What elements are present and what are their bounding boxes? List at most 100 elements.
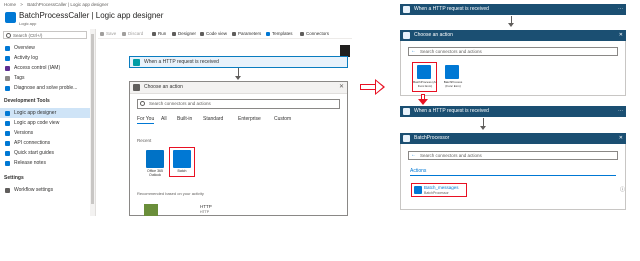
actions-divider bbox=[410, 175, 616, 176]
tab-built-in[interactable]: Built-in bbox=[177, 116, 192, 122]
left-screenshot: Home > BatchProcessCaller | Logic app de… bbox=[0, 0, 352, 216]
sidebar-item-label: Access control (IAM) bbox=[14, 65, 61, 71]
search-icon bbox=[6, 33, 11, 38]
tab-standard[interactable]: Standard bbox=[203, 116, 223, 122]
batch-tile[interactable] bbox=[173, 150, 191, 168]
versions-icon bbox=[5, 131, 10, 136]
save-label: Save bbox=[106, 31, 117, 36]
batch-connector-icon bbox=[403, 135, 410, 142]
sidebar-item-quick-start[interactable]: Quick start guides bbox=[0, 148, 90, 158]
sidebar-item-tags[interactable]: Tags bbox=[0, 73, 90, 83]
breadcrumb-current[interactable]: BatchProcessCaller | Logic app designer bbox=[27, 2, 108, 7]
designer-icon bbox=[172, 32, 176, 36]
connectors-icon bbox=[300, 32, 304, 36]
office365-outlook-tile[interactable] bbox=[146, 150, 164, 168]
sidebar-item-label: API connections bbox=[14, 140, 51, 146]
back-arrow-icon[interactable]: ← bbox=[411, 152, 416, 159]
http-request-icon bbox=[403, 6, 410, 13]
close-icon[interactable]: ✕ bbox=[339, 82, 344, 93]
sidebar-item-release-notes[interactable]: Release notes bbox=[0, 158, 90, 168]
connectors-label: Connectors bbox=[306, 31, 330, 36]
batchprocess-tile-label: BatchProcess (Az Func Exm) bbox=[413, 80, 437, 88]
people-icon bbox=[5, 66, 10, 71]
choose-action-card: Choose an action ✕ Search connectors and… bbox=[129, 81, 348, 216]
rt-search-input[interactable]: ← Search connectors and actions bbox=[408, 47, 618, 56]
rb-connector-header: BatchProcessor ✕ bbox=[400, 133, 626, 144]
discard-button[interactable]: Discard bbox=[122, 29, 143, 39]
section-settings: Settings bbox=[4, 175, 24, 181]
http-tile[interactable] bbox=[144, 204, 158, 216]
logic-app-icon bbox=[5, 12, 16, 23]
sidebar-item-versions[interactable]: Versions bbox=[0, 128, 90, 138]
close-icon bbox=[122, 32, 126, 36]
close-icon[interactable]: ✕ bbox=[619, 30, 623, 41]
office365-label: Office 365 Outlook bbox=[147, 169, 163, 177]
batch-messages-action[interactable]: Batch_messages BatchProcessor bbox=[411, 183, 467, 197]
batchprocess-func-tile[interactable] bbox=[445, 65, 459, 79]
tab-enterprise[interactable]: Enterprise bbox=[238, 116, 261, 122]
more-icon[interactable]: ··· bbox=[618, 106, 623, 117]
templates-icon bbox=[266, 32, 270, 36]
batch-action-icon bbox=[414, 186, 422, 194]
templates-label: Templates bbox=[272, 31, 293, 36]
sidebar-item-workflow-settings[interactable]: Workflow settings bbox=[0, 185, 90, 195]
sidebar-item-api-connections[interactable]: API connections bbox=[0, 138, 90, 148]
arrow-down-icon bbox=[480, 126, 486, 130]
sidebar-item-logic-app-designer[interactable]: Logic app designer bbox=[0, 108, 90, 118]
trigger-card[interactable]: When a HTTP request is received bbox=[129, 56, 348, 68]
rb-search-input[interactable]: ← Search connectors and actions bbox=[408, 151, 618, 160]
designer-button[interactable]: Designer bbox=[172, 29, 196, 39]
search-icon bbox=[140, 101, 145, 106]
templates-button[interactable]: Templates bbox=[266, 29, 293, 39]
overview-icon bbox=[5, 46, 10, 51]
batch-action-sublabel: BatchProcessor bbox=[424, 191, 449, 195]
code-icon bbox=[5, 121, 10, 126]
rb-search-placeholder: Search connectors and actions bbox=[420, 153, 482, 158]
back-arrow-icon[interactable]: ← bbox=[411, 48, 416, 55]
batchprocess-tile[interactable] bbox=[417, 65, 431, 79]
rt-trigger-card[interactable]: When a HTTP request is received ··· bbox=[400, 4, 626, 15]
rb-trigger-title: When a HTTP request is received bbox=[414, 108, 489, 114]
sidebar-search-input[interactable]: Search (Ctrl+/) bbox=[3, 31, 87, 39]
rt-action-header: Choose an action ✕ bbox=[400, 30, 626, 41]
breadcrumb-separator: > bbox=[20, 2, 23, 7]
code-view-button[interactable]: Code view bbox=[200, 29, 227, 39]
tag-icon bbox=[5, 76, 10, 81]
arrow-down-icon bbox=[508, 23, 514, 27]
designer-icon bbox=[5, 111, 10, 116]
info-icon[interactable]: ⓘ bbox=[620, 186, 625, 193]
play-icon bbox=[152, 32, 156, 36]
close-icon[interactable]: ✕ bbox=[619, 133, 623, 144]
sidebar-item-overview[interactable]: Overview bbox=[0, 43, 90, 53]
sidebar-item-code-view[interactable]: Logic app code view bbox=[0, 118, 90, 128]
tab-all[interactable]: All bbox=[161, 116, 167, 122]
section-development-tools: Development Tools bbox=[4, 98, 50, 104]
run-button[interactable]: Run bbox=[152, 29, 166, 39]
flow-connector bbox=[238, 68, 239, 76]
sidebar-item-label: Versions bbox=[14, 130, 34, 136]
sidebar-item-activity-log[interactable]: Activity log bbox=[0, 53, 90, 63]
more-icon[interactable]: ··· bbox=[618, 4, 623, 15]
code-view-label: Code view bbox=[206, 31, 228, 36]
breadcrumb-home[interactable]: Home bbox=[4, 2, 16, 7]
sidebar-scroll-thumb[interactable] bbox=[91, 34, 94, 204]
parameters-button[interactable]: Parameters bbox=[232, 29, 261, 39]
save-button[interactable]: Save bbox=[100, 29, 116, 39]
gear-icon bbox=[5, 188, 10, 193]
run-label: Run bbox=[158, 31, 167, 36]
rb-trigger-card[interactable]: When a HTTP request is received ··· bbox=[400, 106, 626, 117]
right-bottom-panel: When a HTTP request is received ··· Batc… bbox=[398, 106, 628, 210]
sidebar-item-label: Activity log bbox=[14, 55, 38, 61]
app-header: BatchProcessCaller | Logic app designer … bbox=[0, 9, 352, 29]
connectors-button[interactable]: Connectors bbox=[300, 29, 329, 39]
connector-search-input[interactable]: Search connectors and actions bbox=[137, 99, 340, 109]
tab-for-you[interactable]: For You bbox=[137, 116, 155, 124]
sidebar-item-diagnose[interactable]: Diagnose and solve proble... bbox=[0, 83, 90, 93]
tab-custom[interactable]: Custom bbox=[274, 116, 291, 122]
page-title: BatchProcessCaller | Logic app designer bbox=[19, 11, 164, 20]
http-request-icon bbox=[403, 108, 410, 115]
sidebar-item-label: Diagnose and solve proble... bbox=[14, 85, 78, 91]
sidebar-item-access-control[interactable]: Access control (IAM) bbox=[0, 63, 90, 73]
red-arrow-inner bbox=[376, 81, 383, 93]
http-label: HTTP bbox=[200, 204, 212, 209]
